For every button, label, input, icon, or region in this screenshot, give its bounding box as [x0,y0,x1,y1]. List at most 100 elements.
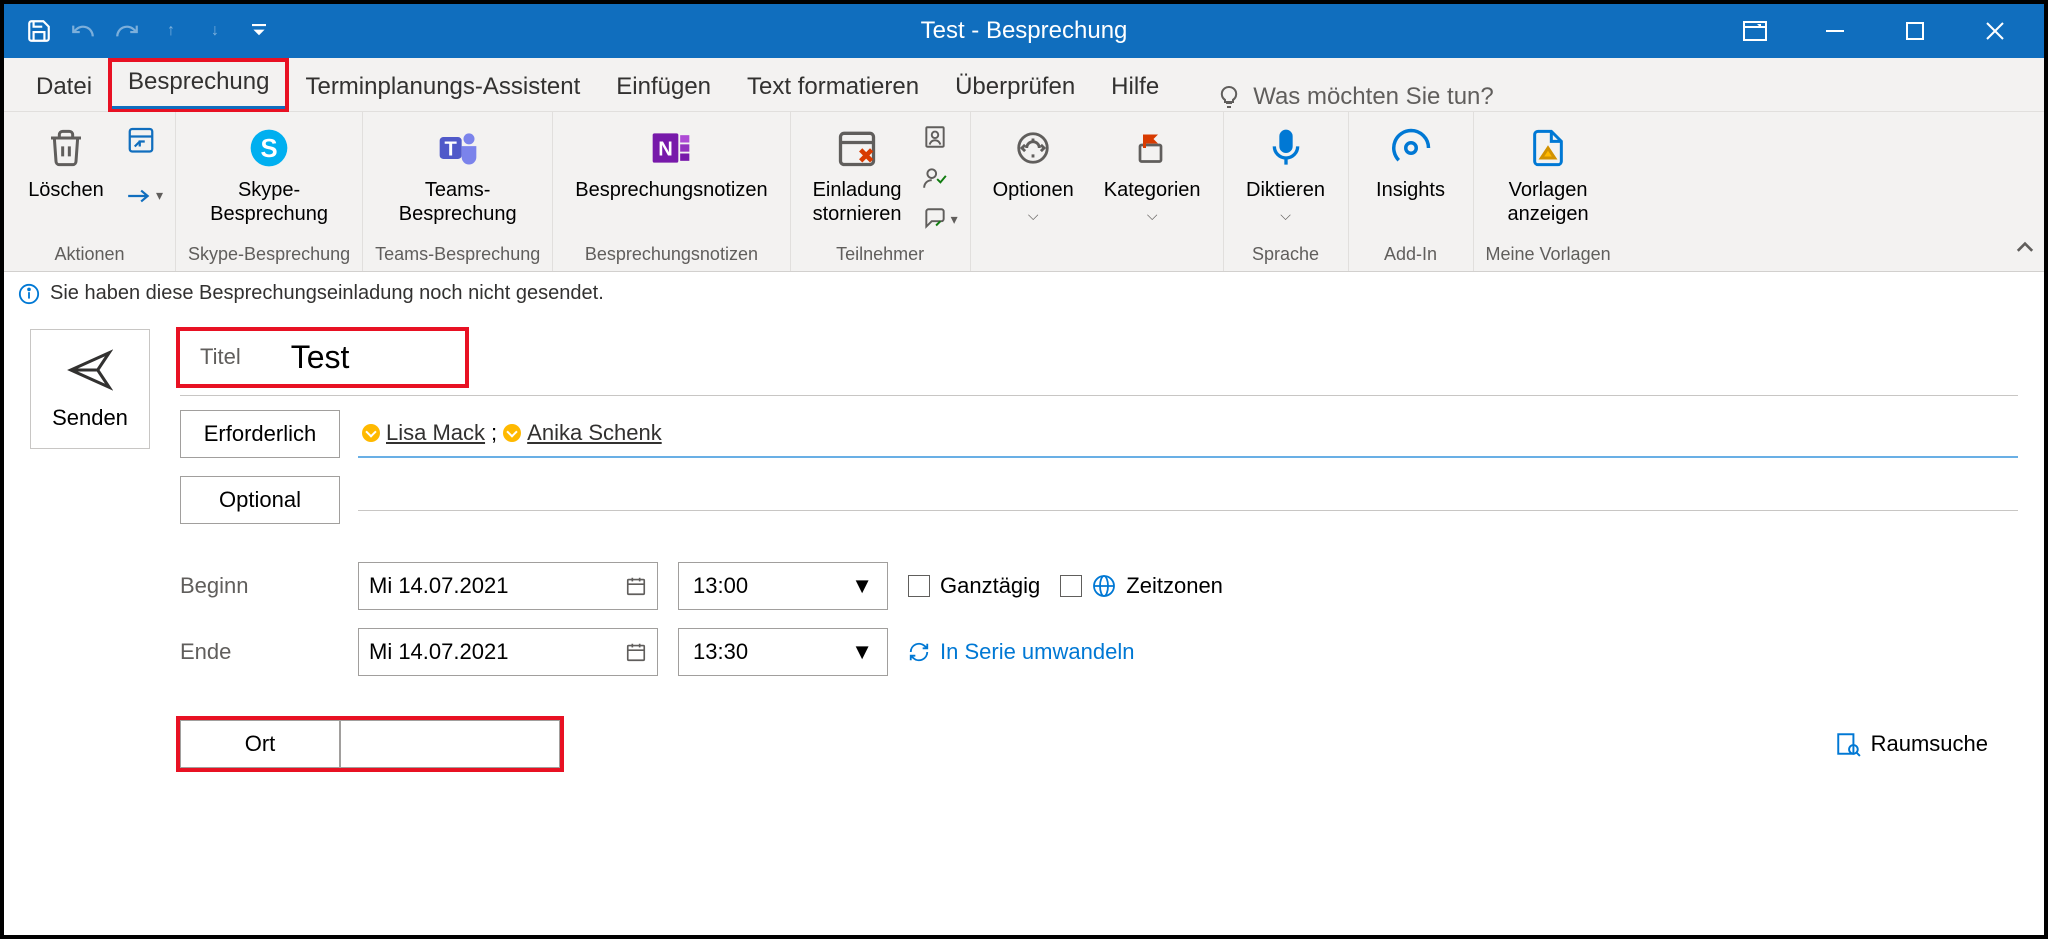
group-label-addin: Add-In [1384,240,1437,271]
close-icon[interactable] [1980,16,2010,46]
svg-text:N: N [659,138,674,160]
skype-besprechung-button[interactable]: S Skype-Besprechung [200,120,338,230]
info-icon [18,283,40,305]
calendar-icon [625,575,647,597]
group-label-empty [1094,240,1099,271]
checkbox-icon [1060,575,1082,597]
send-icon [67,347,113,393]
ribbon-tabs: Datei Besprechung Terminplanungs-Assiste… [4,58,2044,112]
group-aktionen: Löschen ▾ Aktionen [4,112,176,271]
titel-input[interactable]: Test [291,339,451,376]
up-arrow-icon[interactable]: ↑ [154,14,188,48]
options-icon [1014,124,1052,172]
address-book-icon[interactable] [922,124,958,155]
group-label-sprache: Sprache [1252,240,1319,271]
ende-label: Ende [180,639,340,665]
erforderlich-button[interactable]: Erforderlich [180,410,340,458]
tab-terminplanungs-assistent[interactable]: Terminplanungs-Assistent [287,65,598,111]
window-title: Test - Besprechung [921,17,1128,45]
start-date-picker[interactable]: Mi 14.07.2021 [358,562,658,610]
group-sprache: Diktieren⌵ Sprache [1224,112,1349,271]
ribbon-display-options-icon[interactable] [1740,16,1770,46]
qat-customize-icon[interactable] [242,14,276,48]
raumsuche-button[interactable]: Raumsuche [1835,731,2018,757]
templates-icon [1528,124,1568,172]
undo-icon[interactable] [66,14,100,48]
recurrence-icon [908,641,930,663]
diktieren-button[interactable]: Diktieren⌵ [1236,120,1336,230]
optional-recipients-input[interactable] [358,490,2018,511]
end-date-picker[interactable]: Mi 14.07.2021 [358,628,658,676]
optional-button[interactable]: Optional [180,476,340,524]
tell-me-search[interactable]: Was möchten Sie tun? [1217,83,1494,111]
group-label-notizen: Besprechungsnotizen [585,240,758,271]
insights-button[interactable]: Insights [1361,120,1461,206]
microphone-icon [1266,124,1306,172]
ganztagig-checkbox[interactable]: Ganztägig [908,573,1040,599]
checkbox-icon [908,575,930,597]
ort-input[interactable] [340,720,560,768]
tab-hilfe[interactable]: Hilfe [1093,65,1177,111]
kategorien-button[interactable]: Kategorien⌵ [1094,120,1211,230]
tab-besprechung[interactable]: Besprechung [110,60,287,111]
window-controls [1740,16,2044,46]
recipient-lisa-mack[interactable]: Lisa Mack [362,420,485,446]
tab-einfuegen[interactable]: Einfügen [598,65,729,111]
title-bar: ↑ ↓ Test - Besprechung [4,4,2044,58]
einladung-stornieren-button[interactable]: Einladungstornieren [803,120,912,230]
group-label-teams: Teams-Besprechung [375,240,540,271]
tab-text-formatieren[interactable]: Text formatieren [729,65,937,111]
presence-away-icon [503,424,521,442]
redo-icon[interactable] [110,14,144,48]
chevron-down-icon: ▼ [851,639,873,665]
group-addin: Insights Add-In [1349,112,1474,271]
tab-ueberpruefen[interactable]: Überprüfen [937,65,1093,111]
group-teams: T Teams-Besprechung Teams-Besprechung [363,112,553,271]
calendar-icon [625,641,647,663]
required-recipients-input[interactable]: Lisa Mack; Anika Schenk [358,410,2018,458]
group-vorlagen: Vorlagenanzeigen Meine Vorlagen [1474,112,1623,271]
meeting-form: Senden Titel Test Erforderlich Lisa Mack… [4,315,2044,786]
forward-arrow-icon[interactable]: ▾ [126,187,163,204]
group-notizen: N Besprechungsnotizen Besprechungsnotize… [553,112,790,271]
chevron-down-icon: ▼ [851,573,873,599]
svg-text:S: S [261,135,278,163]
svg-text:T: T [444,138,457,160]
skype-icon: S [247,124,291,172]
beginn-label: Beginn [180,573,340,599]
teams-besprechung-button[interactable]: T Teams-Besprechung [389,120,527,230]
tab-datei[interactable]: Datei [18,65,110,111]
group-skype: S Skype-Besprechung Skype-Besprechung [176,112,363,271]
collapse-ribbon-icon[interactable] [2016,240,2034,263]
in-serie-umwandeln-link[interactable]: In Serie umwandeln [908,639,1134,665]
zeitzonen-checkbox[interactable]: Zeitzonen [1060,573,1223,599]
send-button[interactable]: Senden [30,329,150,449]
group-label-aktionen: Aktionen [54,240,124,271]
besprechungsnotizen-button[interactable]: N Besprechungsnotizen [565,120,777,206]
start-time-picker[interactable]: 13:00 ▼ [678,562,888,610]
titel-label: Titel [200,344,241,370]
onenote-icon: N [649,124,693,172]
maximize-icon[interactable] [1900,16,1930,46]
check-names-icon[interactable] [922,165,958,196]
ort-button[interactable]: Ort [180,720,340,768]
insights-icon [1390,124,1432,172]
globe-icon [1092,574,1116,598]
info-bar-text: Sie haben diese Besprechungseinladung no… [50,282,604,305]
group-label-teilnehmer: Teilnehmer [836,240,924,271]
end-time-picker[interactable]: 13:30 ▼ [678,628,888,676]
trash-icon [46,124,86,172]
cancel-invitation-icon [835,124,879,172]
calendar-forward-icon[interactable] [126,124,163,159]
loeschen-button[interactable]: Löschen [16,120,116,206]
recipient-anika-schenk[interactable]: Anika Schenk [503,420,662,446]
down-arrow-icon[interactable]: ↓ [198,14,232,48]
vorlagen-anzeigen-button[interactable]: Vorlagenanzeigen [1497,120,1598,230]
minimize-icon[interactable] [1820,16,1850,46]
group-label-vorlagen: Meine Vorlagen [1486,240,1611,271]
save-icon[interactable] [22,14,56,48]
lightbulb-icon [1217,85,1241,109]
optionen-button[interactable]: Optionen⌵ [983,120,1084,230]
categories-flag-icon [1134,124,1170,172]
response-options-icon[interactable]: ▾ [922,206,958,232]
